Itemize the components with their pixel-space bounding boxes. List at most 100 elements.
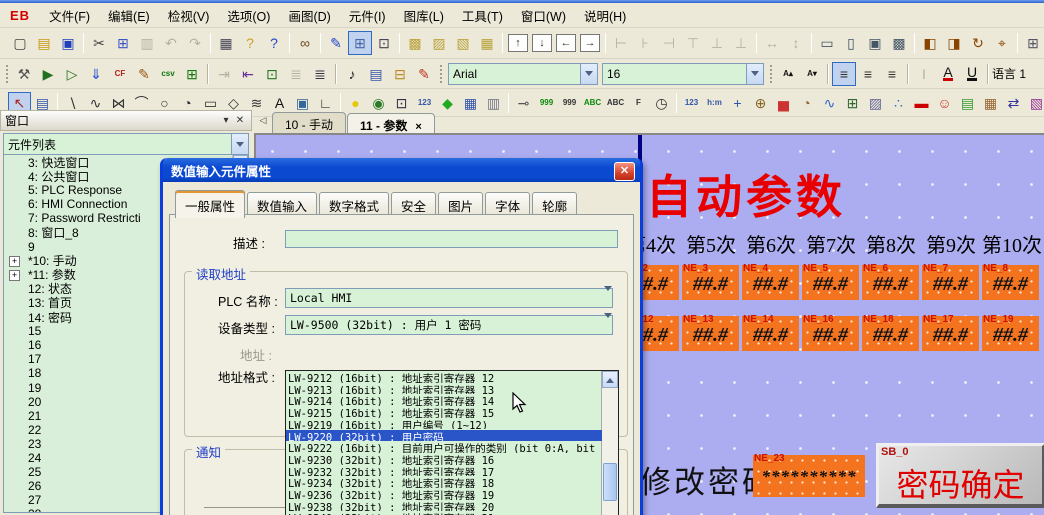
list-item[interactable]: LW-9214 (16bit) : 地址索引寄存器 14 bbox=[286, 394, 602, 406]
list-item[interactable]: LW-9234 (32bit) : 地址索引寄存器 18 bbox=[286, 476, 602, 488]
list-item[interactable]: LW-9212 (16bit) : 地址索引寄存器 12 bbox=[286, 371, 602, 383]
numeric-element[interactable]: NE_5##.# bbox=[802, 265, 859, 300]
menu-item-window[interactable]: 窗口(W) bbox=[512, 7, 575, 27]
device-type-combo[interactable]: LW-9500 (32bit) : 用户 1 密码 bbox=[285, 315, 613, 335]
password-input-element[interactable]: NE_23 ********** bbox=[753, 455, 865, 497]
plc-name-combo[interactable]: Local HMI bbox=[285, 288, 613, 308]
numeric-element[interactable]: NE_3##.# bbox=[682, 265, 739, 300]
numeric-element[interactable]: NE_6##.# bbox=[862, 265, 919, 300]
pen-icon[interactable]: ✎ bbox=[324, 31, 348, 55]
dialog-tab-1[interactable]: 一般属性 bbox=[175, 190, 245, 218]
expand-icon[interactable]: + bbox=[9, 270, 20, 281]
data-table-icon[interactable]: ⊞ bbox=[180, 62, 204, 86]
save-file-icon[interactable]: ▣ bbox=[56, 31, 80, 55]
help-icon[interactable]: ? bbox=[238, 31, 262, 55]
numeric-element[interactable]: NE_8##.# bbox=[982, 265, 1039, 300]
numeric-element[interactable]: NE_18##.# bbox=[862, 316, 919, 351]
font-color-icon[interactable]: A bbox=[936, 62, 960, 86]
expand-icon[interactable]: + bbox=[9, 256, 20, 267]
list-scrollbar-up-button[interactable] bbox=[602, 371, 618, 388]
dialog-close-button[interactable]: ✕ bbox=[614, 162, 635, 181]
resize-both-icon[interactable]: ▣ bbox=[863, 31, 887, 55]
dialog-title-bar[interactable]: 数值输入元件属性 bbox=[163, 158, 640, 182]
document-tab-1[interactable]: 10 - 手动 bbox=[272, 112, 346, 133]
download-icon[interactable]: ⇓ bbox=[84, 62, 108, 86]
cut-icon[interactable]: ✂ bbox=[87, 31, 111, 55]
bring-forward-icon[interactable]: ▧ bbox=[451, 31, 475, 55]
list-scrollbar-thumb[interactable] bbox=[603, 463, 617, 501]
list-item[interactable]: LW-9240 (32bit) : 地址索引寄存器 21 bbox=[286, 511, 602, 515]
resize-width-icon[interactable]: ▭ bbox=[815, 31, 839, 55]
address-tags-icon[interactable]: ⊟ bbox=[388, 62, 412, 86]
language-combo[interactable]: 语言 1 bbox=[992, 65, 1026, 82]
pin-icon[interactable]: ⌖ bbox=[990, 31, 1014, 55]
numeric-element[interactable]: NE_17##.# bbox=[922, 316, 979, 351]
text-align-left-icon[interactable]: ≡ bbox=[832, 62, 856, 86]
list-item[interactable]: LW-9215 (16bit) : 地址索引寄存器 15 bbox=[286, 406, 602, 418]
element-list-combo[interactable]: 元件列表 bbox=[3, 133, 249, 155]
font-larger-icon[interactable]: A▴ bbox=[776, 62, 800, 86]
flip-vertical-icon[interactable]: ◨ bbox=[942, 31, 966, 55]
multi-duplicate-icon[interactable]: ▩ bbox=[887, 31, 911, 55]
description-input[interactable] bbox=[285, 230, 618, 248]
sound-icon[interactable]: ♪ bbox=[340, 62, 364, 86]
edit-icon[interactable]: ✎ bbox=[132, 62, 156, 86]
window-settings-icon[interactable]: ▤ bbox=[364, 62, 388, 86]
numeric-element[interactable]: NE_13##.# bbox=[682, 316, 739, 351]
copy-icon[interactable]: ⊞ bbox=[111, 31, 135, 55]
macro-icon[interactable]: ✎ bbox=[412, 62, 436, 86]
numeric-element[interactable]: NE_16##.# bbox=[802, 316, 859, 351]
nudge-left-icon[interactable]: ← bbox=[556, 34, 576, 52]
offline-simulation-icon[interactable]: ▷ bbox=[60, 62, 84, 86]
panel-menu-button[interactable]: ▾ bbox=[219, 115, 233, 126]
numeric-element[interactable]: NE_7##.# bbox=[922, 265, 979, 300]
font-family-combo[interactable]: Arial bbox=[448, 63, 598, 85]
flip-horizontal-icon[interactable]: ◧ bbox=[918, 31, 942, 55]
password-confirm-button[interactable]: SB_0 密码确定 bbox=[876, 443, 1044, 508]
document-tab-2[interactable]: 11 - 参数× bbox=[347, 113, 435, 134]
list-item[interactable]: LW-9232 (32bit) : 地址索引寄存器 17 bbox=[286, 465, 602, 477]
open-file-icon[interactable]: ▤ bbox=[32, 31, 56, 55]
menu-item-tools[interactable]: 工具(T) bbox=[453, 7, 512, 27]
menu-item-view[interactable]: 检视(V) bbox=[159, 7, 219, 27]
nudge-up-icon[interactable]: ↑ bbox=[508, 34, 528, 52]
list-item[interactable]: LW-9236 (32bit) : 地址索引寄存器 19 bbox=[286, 488, 602, 500]
find-icon[interactable]: ∞ bbox=[293, 31, 317, 55]
window-list-icon[interactable]: ≣ bbox=[308, 62, 332, 86]
font-smaller-icon[interactable]: A▾ bbox=[800, 62, 824, 86]
font-size-combo[interactable]: 16 bbox=[602, 63, 764, 85]
tab-scroll-left-button[interactable]: ◁ bbox=[256, 115, 270, 131]
list-item[interactable]: LW-9219 (16bit) : 用户编号 (1~12) bbox=[286, 418, 602, 430]
font-family-dropdown-button[interactable] bbox=[580, 64, 597, 84]
nudge-right-icon[interactable]: → bbox=[580, 34, 600, 52]
menu-item-objects[interactable]: 元件(I) bbox=[340, 7, 395, 27]
element-list-dropdown-button[interactable] bbox=[231, 134, 248, 154]
plc-name-dropdown-button[interactable] bbox=[604, 291, 612, 305]
send-to-back-icon[interactable]: ▨ bbox=[427, 31, 451, 55]
new-file-icon[interactable]: ▢ bbox=[8, 31, 32, 55]
font-size-dropdown-button[interactable] bbox=[746, 64, 763, 84]
context-help-icon[interactable]: ? bbox=[262, 31, 286, 55]
numeric-element[interactable]: NE_14##.# bbox=[742, 316, 799, 351]
compile-icon[interactable]: ⚒ bbox=[12, 62, 36, 86]
rotate-icon[interactable]: ↻ bbox=[966, 31, 990, 55]
list-item[interactable]: LW-9213 (16bit) : 地址索引寄存器 13 bbox=[286, 383, 602, 395]
menu-item-draw[interactable]: 画图(D) bbox=[279, 7, 339, 27]
device-type-dropdown-button[interactable] bbox=[604, 318, 612, 332]
print-icon[interactable]: ▦ bbox=[214, 31, 238, 55]
text-align-center-icon[interactable]: ≡ bbox=[856, 62, 880, 86]
grid-icon[interactable]: ⊞ bbox=[348, 31, 372, 55]
window-copy-icon[interactable]: ⊡ bbox=[260, 62, 284, 86]
list-item[interactable]: LW-9238 (32bit) : 地址索引寄存器 20 bbox=[286, 500, 602, 512]
numeric-element[interactable]: NE_19##.# bbox=[982, 316, 1039, 351]
text-align-right-icon[interactable]: ≡ bbox=[880, 62, 904, 86]
underline-icon[interactable]: U bbox=[960, 62, 984, 86]
send-backward-icon[interactable]: ▦ bbox=[475, 31, 499, 55]
resize-height-icon[interactable]: ▯ bbox=[839, 31, 863, 55]
menu-item-file[interactable]: 文件(F) bbox=[40, 7, 99, 27]
menu-item-help[interactable]: 说明(H) bbox=[575, 7, 635, 27]
csv-export-icon[interactable]: csv bbox=[156, 62, 180, 86]
list-item[interactable]: LW-9230 (32bit) : 地址索引寄存器 16 bbox=[286, 453, 602, 465]
tab-close-icon[interactable]: × bbox=[415, 121, 421, 133]
menu-item-library[interactable]: 图库(L) bbox=[395, 7, 453, 27]
